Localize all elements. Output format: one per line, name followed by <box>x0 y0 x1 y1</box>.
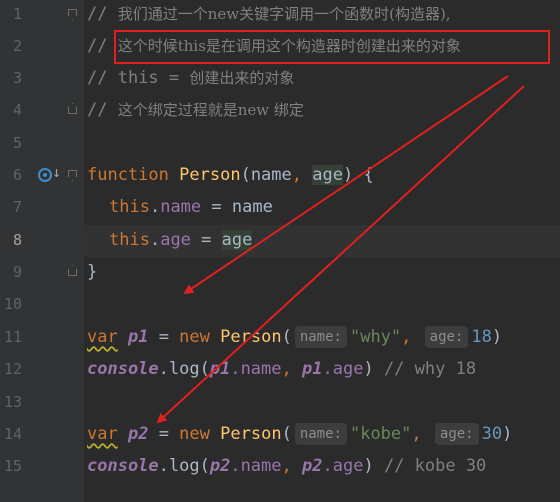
param: name <box>250 165 292 185</box>
code-text: = <box>148 327 180 347</box>
property: .age <box>322 456 364 476</box>
function-name: Person <box>179 165 241 185</box>
parameter-hint: age: <box>434 423 479 445</box>
code-text: ) <box>363 456 374 476</box>
separator: , <box>411 424 422 444</box>
property: .age <box>322 359 364 379</box>
variable: p2 <box>209 456 231 476</box>
comment-prefix: // <box>87 4 118 24</box>
code-text: = <box>148 424 180 444</box>
code-line[interactable]: this.name = name <box>0 191 560 223</box>
parameter-hint: name: <box>294 423 347 445</box>
code-text: ) <box>491 327 503 347</box>
number: 30 <box>481 424 503 444</box>
parameter-hint: age: <box>424 326 469 348</box>
variable: p1 <box>209 359 231 379</box>
separator: , <box>281 359 302 379</box>
code-line[interactable]: console.log(p2.name, p2.age) // kobe 30 <box>0 450 560 482</box>
line-number: 5 <box>12 134 22 152</box>
variable: p1 <box>302 359 323 379</box>
function-name: Person <box>220 424 282 444</box>
keyword: this <box>109 230 150 250</box>
comment-text: this = <box>117 68 190 88</box>
comment-text: 我们通过一个new关键字调用一个函数时(构造器), <box>117 5 451 23</box>
keyword: new <box>179 424 210 444</box>
code-text: ) <box>363 359 374 379</box>
keyword: this <box>109 197 150 217</box>
string: "kobe" <box>349 424 412 444</box>
comment-text: 创建出来的对象 <box>189 69 295 87</box>
comment-prefix: // <box>87 68 118 88</box>
separator: , <box>401 327 412 347</box>
code-text: ) <box>502 424 513 444</box>
function-name: Person <box>220 327 282 347</box>
code-line[interactable]: } <box>0 256 560 288</box>
code-text: ) { <box>342 165 374 185</box>
parameter-hint: name: <box>294 326 347 348</box>
code-line[interactable]: // 我们通过一个new关键字调用一个函数时(构造器), <box>0 0 560 30</box>
comment-prefix: // <box>87 100 118 120</box>
code-line[interactable]: this.age = age <box>0 224 560 256</box>
property: age <box>160 230 191 250</box>
keyword: function <box>87 165 169 185</box>
code-text: . <box>149 230 161 250</box>
identifier: age <box>221 230 253 250</box>
variable: p2 <box>127 424 149 444</box>
property: .name <box>230 456 282 476</box>
line-number: 10 <box>3 295 22 313</box>
separator: , <box>281 456 302 476</box>
code-text: . <box>149 197 161 217</box>
code-line[interactable]: console.log(p1.name, p1.age) // why 18 <box>0 353 560 385</box>
annotation-highlight-box <box>114 30 550 64</box>
line-number: 13 <box>3 393 22 411</box>
identifier: console <box>87 359 159 379</box>
property: name <box>160 197 202 217</box>
code-line[interactable]: // 这个绑定过程就是new 绑定 <box>0 94 560 126</box>
variable: p1 <box>127 327 149 347</box>
code-line[interactable]: var p2 = new Person(name: "kobe", age: 30) <box>0 418 560 450</box>
keyword: var <box>87 424 118 444</box>
comment-text: 这个绑定过程就是new 绑定 <box>117 101 304 119</box>
string: "why" <box>349 327 402 347</box>
param: age <box>312 165 343 185</box>
identifier: console <box>87 456 159 476</box>
keyword: new <box>179 327 210 347</box>
comment-text: // kobe 30 <box>383 456 487 476</box>
comment-text: // why 18 <box>383 359 477 379</box>
code-text: .log( <box>158 456 210 476</box>
keyword: var <box>87 327 118 347</box>
code-text: } <box>87 262 98 282</box>
identifier: name <box>231 197 273 217</box>
code-text: = <box>201 197 232 217</box>
code-text: .log( <box>158 359 210 379</box>
code-text: = <box>190 230 222 250</box>
code-line[interactable]: // this = 创建出来的对象 <box>0 62 560 94</box>
code-line[interactable]: var p1 = new Person(name: "why", age: 18) <box>0 321 560 353</box>
property: .name <box>230 359 282 379</box>
code-line[interactable]: function Person(name, age) { <box>0 159 560 191</box>
variable: p2 <box>302 456 323 476</box>
number: 18 <box>471 327 492 347</box>
separator: , <box>291 165 313 185</box>
